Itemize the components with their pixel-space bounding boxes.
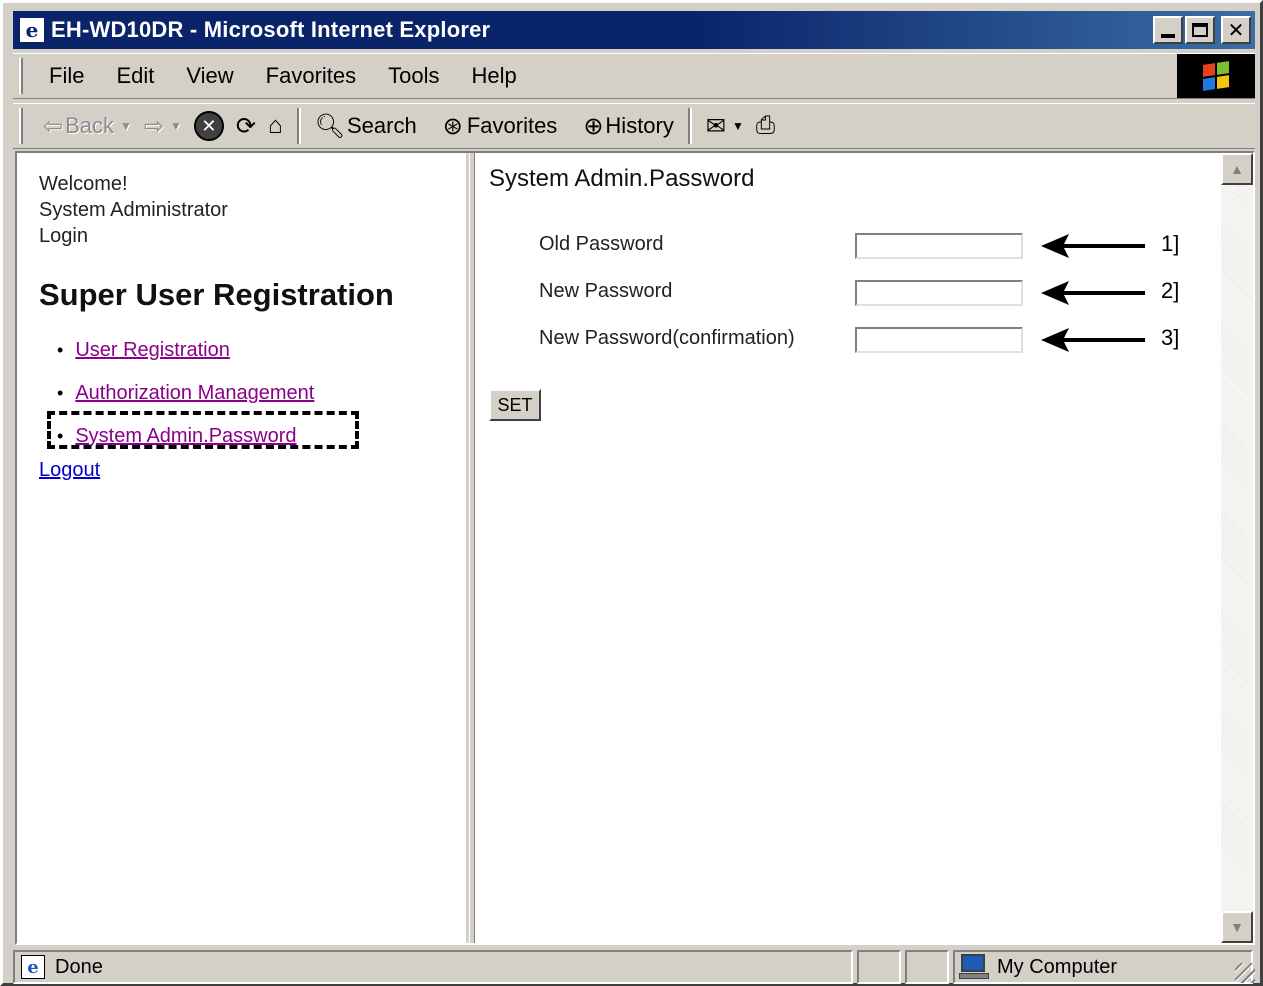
menu-grip[interactable] xyxy=(19,58,23,94)
bullet: • xyxy=(57,383,64,403)
toolbar-separator-2 xyxy=(687,108,692,144)
status-bar: e Done My Computer xyxy=(13,949,1257,985)
print-button[interactable]: ⎙ xyxy=(750,112,781,140)
status-cell-2 xyxy=(905,950,949,984)
computer-icon xyxy=(959,954,989,980)
minimize-button[interactable] xyxy=(1153,16,1183,44)
favorites-label: Favorites xyxy=(466,113,558,138)
maximize-button[interactable] xyxy=(1185,16,1215,44)
security-zone-panel: My Computer xyxy=(953,950,1253,984)
back-arrow-icon: ⇦ xyxy=(43,112,64,140)
ie-throbber xyxy=(1177,54,1255,98)
history-icon: ⊕ xyxy=(583,112,604,140)
mail-button[interactable]: ✉ ▼ xyxy=(700,112,750,141)
menu-file[interactable]: File xyxy=(33,63,100,89)
print-icon: ⎙ xyxy=(755,112,776,139)
section-heading: Super User Registration xyxy=(39,277,394,312)
navigation-frame: Welcome! System Administrator Login Supe… xyxy=(17,153,469,943)
back-dropdown-icon[interactable]: ▼ xyxy=(120,119,132,133)
mail-icon: ✉ xyxy=(705,112,726,140)
menu-tools[interactable]: Tools xyxy=(372,63,455,89)
close-button[interactable]: ✕ xyxy=(1221,16,1251,44)
forward-dropdown-icon[interactable]: ▼ xyxy=(170,119,182,133)
new-password-label: New Password xyxy=(539,280,673,302)
forward-arrow-icon: ⇨ xyxy=(143,112,165,140)
stop-icon: ✕ xyxy=(193,111,224,141)
standard-toolbar: ⇦ Back ▼ ⇨ ▼ ✕ ⟳ ⌂ 🔍︎ Search ⊛ Favorites… xyxy=(13,103,1255,149)
old-password-label: Old Password xyxy=(539,233,664,255)
confirm-password-label: New Password(confirmation) xyxy=(539,327,795,349)
callout-arrow-1 xyxy=(1041,234,1145,258)
resize-grip-icon[interactable] xyxy=(1235,963,1255,983)
user-role-text: System Administrator xyxy=(39,199,228,221)
minimize-icon xyxy=(1161,34,1175,38)
back-label: Back xyxy=(65,113,115,138)
search-label: Search xyxy=(347,113,417,138)
nav-item-user-registration: • User Registration xyxy=(57,329,314,372)
favorites-icon: ⊛ xyxy=(442,112,463,140)
home-icon: ⌂ xyxy=(268,112,283,139)
bullet: • xyxy=(57,340,64,360)
callout-arrow-3 xyxy=(1041,328,1145,352)
status-text: Done xyxy=(55,955,103,978)
menu-help[interactable]: Help xyxy=(456,63,533,89)
scroll-up-button[interactable]: ▲ xyxy=(1221,153,1253,185)
page-content: Welcome! System Administrator Login Supe… xyxy=(15,151,1255,945)
confirm-password-input[interactable] xyxy=(855,327,1023,353)
menu-favorites[interactable]: Favorites xyxy=(250,63,372,89)
refresh-icon: ⟳ xyxy=(235,112,257,140)
back-button[interactable]: ⇦ Back ▼ xyxy=(33,112,138,141)
scroll-down-button[interactable]: ▼ xyxy=(1221,911,1253,943)
toolbar-grip[interactable] xyxy=(19,108,23,144)
nav-item-authorization: • Authorization Management xyxy=(57,372,314,415)
main-frame: System Admin.Password Old Password 1] Ne… xyxy=(475,153,1221,943)
old-password-input[interactable] xyxy=(855,233,1023,259)
menu-view[interactable]: View xyxy=(170,63,249,89)
new-password-input[interactable] xyxy=(855,280,1023,306)
callout-label-1: 1] xyxy=(1161,231,1180,256)
close-icon: ✕ xyxy=(1227,19,1245,42)
menu-edit[interactable]: Edit xyxy=(100,63,170,89)
refresh-button[interactable]: ⟳ xyxy=(230,112,262,141)
history-button[interactable]: ⊕ History xyxy=(577,112,680,141)
page-icon: e xyxy=(21,955,45,979)
mail-dropdown-icon[interactable]: ▼ xyxy=(732,119,744,133)
toolbar-separator xyxy=(296,108,301,144)
forward-button[interactable]: ⇨ ▼ xyxy=(138,112,188,141)
logout-link[interactable]: Logout xyxy=(39,459,100,481)
authorization-management-link[interactable]: Authorization Management xyxy=(75,382,314,405)
search-icon: 🔍︎ xyxy=(314,112,345,140)
window-title: EH-WD10DR - Microsoft Internet Explorer xyxy=(51,17,491,42)
vertical-scrollbar[interactable]: ▲ ▼ xyxy=(1221,153,1253,943)
highlight-box xyxy=(47,411,359,449)
zone-text: My Computer xyxy=(997,955,1118,978)
home-button[interactable]: ⌂ xyxy=(262,112,289,140)
callout-label-2: 2] xyxy=(1161,278,1180,303)
welcome-text: Welcome! xyxy=(39,173,128,195)
history-label: History xyxy=(605,113,674,138)
favorites-button[interactable]: ⊛ Favorites xyxy=(437,112,564,141)
ie-icon: e xyxy=(19,17,45,43)
status-main-panel: e Done xyxy=(13,950,853,984)
windows-logo-icon xyxy=(1203,61,1229,91)
login-text: Login xyxy=(39,225,88,247)
user-registration-link[interactable]: User Registration xyxy=(75,339,230,362)
menu-bar: File Edit View Favorites Tools Help xyxy=(13,53,1255,99)
set-button[interactable]: SET xyxy=(489,389,541,421)
maximize-icon xyxy=(1192,23,1208,37)
search-button[interactable]: 🔍︎ Search xyxy=(309,112,423,141)
status-cell-1 xyxy=(857,950,901,984)
callout-label-3: 3] xyxy=(1161,325,1180,350)
page-title: System Admin.Password xyxy=(489,165,755,192)
browser-window: e EH-WD10DR - Microsoft Internet Explore… xyxy=(0,0,1263,986)
title-bar[interactable]: e EH-WD10DR - Microsoft Internet Explore… xyxy=(13,11,1255,49)
stop-button[interactable]: ✕ xyxy=(188,111,230,141)
callout-arrow-2 xyxy=(1041,281,1145,305)
